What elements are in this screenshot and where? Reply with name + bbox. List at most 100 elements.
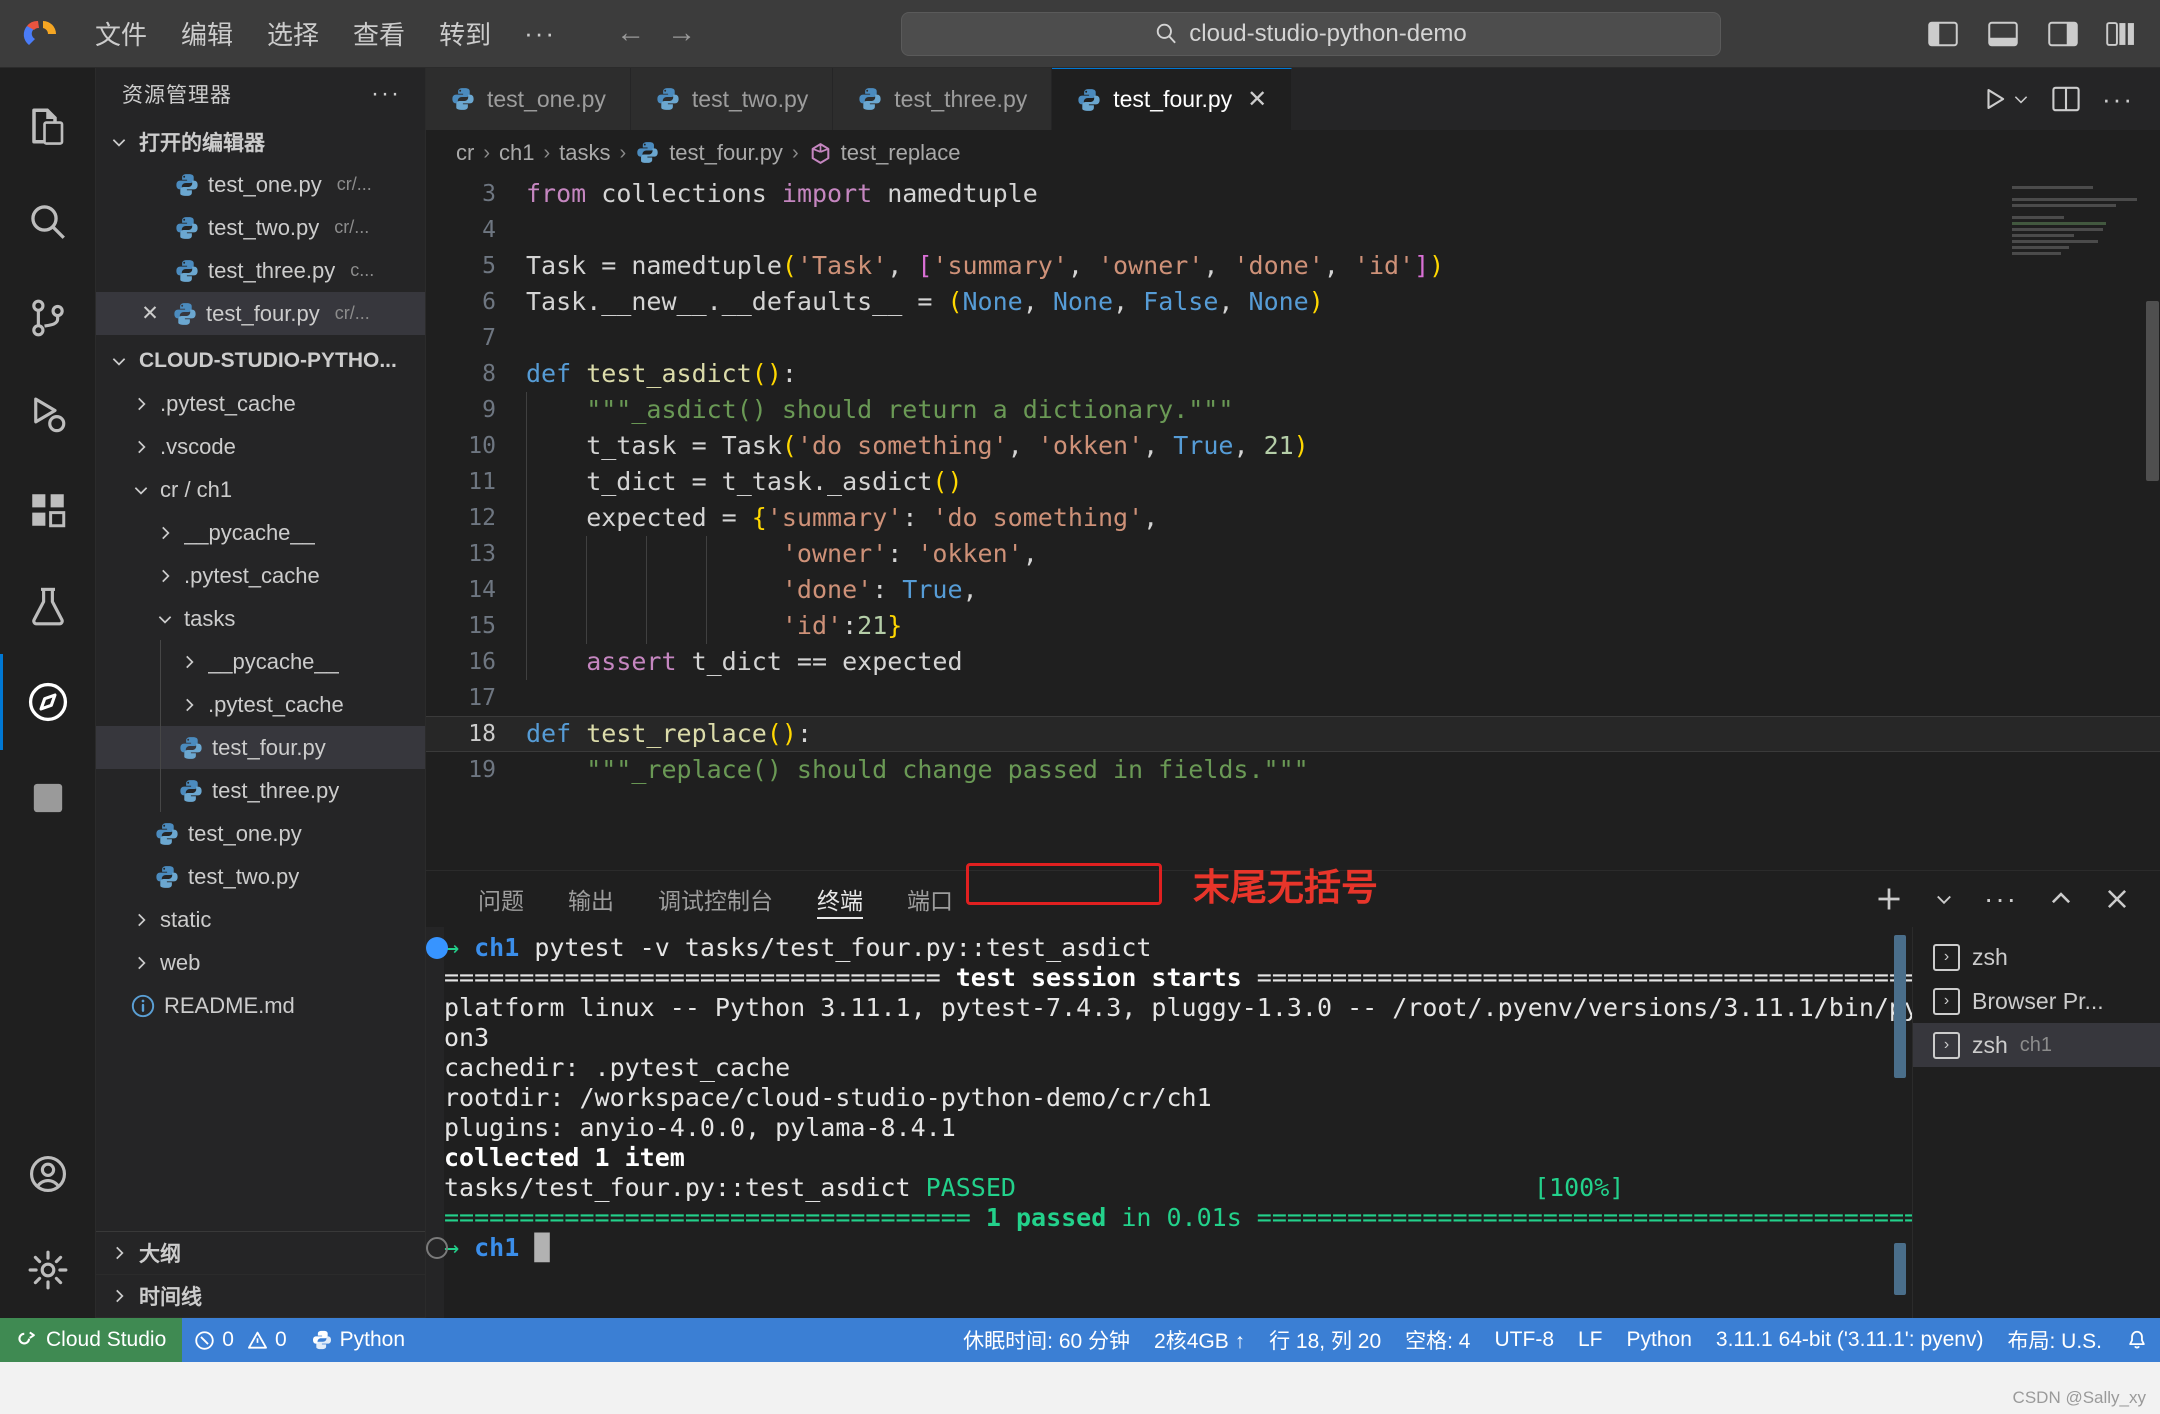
tree-file-test-four[interactable]: test_four.py [96,726,425,769]
status-resources[interactable]: 2核4GB ↑ [1142,1318,1257,1362]
tree-folder-pytest-cache[interactable]: .pytest_cache [96,382,425,425]
status-cursor-position[interactable]: 行 18, 列 20 [1257,1318,1393,1362]
new-terminal-button[interactable] [1874,884,1904,914]
open-editor-item[interactable]: test_two.py cr/... [96,206,425,249]
activity-settings[interactable] [0,1222,96,1318]
activity-search[interactable] [0,174,96,270]
tab-test-one[interactable]: test_one.py [426,68,631,130]
navigate-back-icon[interactable]: ← [616,19,645,48]
tree-folder-pycache[interactable]: __pycache__ [96,511,425,554]
close-panel-button[interactable] [2104,886,2130,912]
menu-more-button[interactable]: ··· [508,14,572,53]
tree-file-test-one[interactable]: test_one.py [96,812,425,855]
tab-test-two[interactable]: test_two.py [630,68,834,130]
menu-go[interactable]: 转到 [422,8,508,59]
terminal-list-item-zsh-ch1[interactable]: › zsh ch1 [1913,1023,2160,1067]
minimap[interactable] [2012,186,2142,272]
menu-file[interactable]: 文件 [78,8,164,59]
tree-folder-web[interactable]: web [96,941,425,984]
tree-folder-static[interactable]: static [96,898,425,941]
toggle-primary-sidebar-icon[interactable] [1926,19,1960,49]
status-python-env[interactable]: Python [299,1318,417,1362]
tree-folder-tasks-pytest-cache[interactable]: .pytest_cache [96,683,425,726]
terminal-scrollbar-thumb-2[interactable] [1894,1242,1906,1295]
terminal-scrollbar[interactable] [1894,935,1906,1310]
activity-explorer[interactable] [0,78,96,174]
breadcrumb-cr[interactable]: cr [456,140,474,166]
terminal-scrollbar-thumb[interactable] [1894,935,1906,1078]
scrollbar-thumb[interactable] [2146,300,2159,482]
panel-tab-debug-console[interactable]: 调试控制台 [636,871,795,927]
activity-cloud-studio[interactable] [0,654,96,750]
toggle-panel-icon[interactable] [1986,19,2020,49]
activity-remote[interactable] [0,750,96,846]
code-token: test_asdict [586,359,752,388]
terminal-view[interactable]: → ch1 pytest -v tasks/test_four.py::test… [426,927,1912,1318]
activity-source-control[interactable] [0,270,96,366]
tree-folder-vscode[interactable]: .vscode [96,425,425,468]
tree-folder-tasks[interactable]: tasks [96,597,425,640]
sidebar-more-button[interactable]: ··· [365,80,407,108]
toggle-secondary-sidebar-icon[interactable] [2046,19,2080,49]
menu-view[interactable]: 查看 [336,8,422,59]
indent-guide [586,608,587,644]
close-tab-icon[interactable]: ✕ [1247,85,1267,114]
status-keyboard-layout[interactable]: 布局: U.S. [1995,1318,2114,1362]
editor-more-button[interactable]: ··· [2102,84,2134,115]
watermark: CSDN @Sally_xy [2012,1388,2146,1407]
close-editor-icon[interactable]: ✕ [136,301,164,326]
activity-extensions[interactable] [0,462,96,558]
panel-more-button[interactable]: ··· [1984,883,2018,915]
tree-file-test-two[interactable]: test_two.py [96,855,425,898]
breadcrumb-ch1[interactable]: ch1 [499,140,534,166]
navigate-forward-icon[interactable]: → [667,19,696,48]
terminal-list-item-browser-preview[interactable]: › Browser Pr... [1913,979,2160,1023]
activity-run-debug[interactable] [0,366,96,462]
run-python-file-button[interactable] [1982,86,2030,112]
sidebar-section-outline[interactable]: 大纲 [96,1232,425,1275]
panel-tab-ports[interactable]: 端口 [885,871,975,927]
activity-account[interactable] [0,1126,96,1222]
status-encoding[interactable]: UTF-8 [1483,1318,1567,1362]
status-eol[interactable]: LF [1566,1318,1615,1362]
terminal-dropdown-button[interactable] [1934,889,1954,909]
tree-folder-cr-ch1[interactable]: cr / ch1 [96,468,425,511]
tree-file-readme[interactable]: README.md [96,984,425,1027]
python-file-icon [450,86,476,112]
tree-folder-tasks-pycache[interactable]: __pycache__ [96,640,425,683]
customize-layout-icon[interactable] [2106,19,2140,49]
menu-selection[interactable]: 选择 [250,8,336,59]
status-language-mode[interactable]: Python [1615,1318,1704,1362]
split-editor-button[interactable] [2052,86,2080,112]
open-editor-item[interactable]: test_three.py c... [96,249,425,292]
status-notifications[interactable] [2114,1318,2160,1362]
open-editor-item[interactable]: test_one.py cr/... [96,163,425,206]
status-remote-host[interactable]: Cloud Studio [0,1318,183,1362]
tree-folder-pytest-cache-ch1[interactable]: .pytest_cache [96,554,425,597]
menu-edit[interactable]: 编辑 [164,8,250,59]
terminal-list-item-zsh[interactable]: › zsh [1913,935,2160,979]
panel-tab-terminal[interactable]: 终端 [795,871,885,927]
breadcrumb-tasks[interactable]: tasks [559,140,610,166]
status-interpreter[interactable]: 3.11.1 64-bit ('3.11.1': pyenv) [1704,1318,1996,1362]
status-problems[interactable]: 0 0 [182,1318,298,1362]
breadcrumb-file[interactable]: test_four.py [635,140,783,166]
section-project-root[interactable]: CLOUD-STUDIO-PYTHO... [96,339,425,382]
tab-test-three[interactable]: test_three.py [833,68,1053,130]
quick-open-input[interactable]: cloud-studio-python-demo [901,11,1722,56]
breadcrumb-symbol[interactable]: test_replace [808,140,960,166]
editor-vertical-scrollbar[interactable] [2144,176,2160,870]
panel-tab-problems[interactable]: 问题 [456,871,546,927]
section-open-editors[interactable]: 打开的编辑器 [96,120,425,163]
tab-test-four[interactable]: test_four.py ✕ [1052,68,1293,130]
activity-testing[interactable] [0,558,96,654]
status-hibernate[interactable]: 休眠时间: 60 分钟 [951,1318,1142,1362]
sidebar-section-timeline[interactable]: 时间线 [96,1275,425,1318]
maximize-panel-button[interactable] [2048,886,2074,912]
status-indentation[interactable]: 空格: 4 [1393,1318,1482,1362]
code-line-text: assert t_dict == expected [518,644,2160,680]
open-editor-item-active[interactable]: ✕ test_four.py cr/... [96,292,425,335]
tree-file-test-three[interactable]: test_three.py [96,769,425,812]
code-editor[interactable]: 3 from collections import namedtuple 4 5 Tas… [426,176,2160,870]
panel-tab-output[interactable]: 输出 [546,871,636,927]
